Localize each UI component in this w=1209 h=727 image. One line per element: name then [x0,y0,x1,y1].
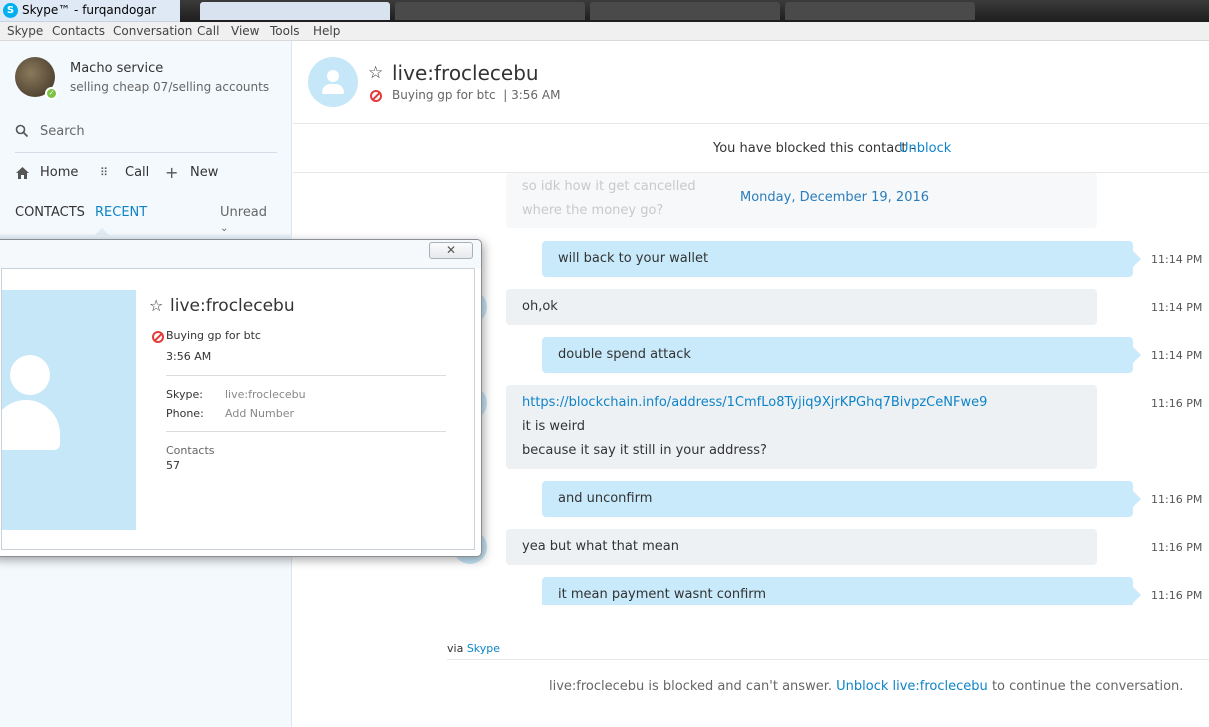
home-label: Home [40,165,79,180]
profile-avatar[interactable]: ✓ [15,57,58,100]
contact-tabs: CONTACTS RECENT Unread ⌄ [15,205,277,234]
unread-filter-dropdown[interactable]: Unread ⌄ [220,205,277,235]
new-label: New [190,165,219,180]
date-separator: Monday, December 19, 2016 [740,190,930,205]
skype-logo-icon: S [3,3,18,18]
divider [447,659,1209,660]
popup-titlebar: ✕ [0,240,481,268]
dialpad-icon: ⠿ [100,166,108,179]
star-icon[interactable]: ☆ [149,296,163,315]
contact-profile-popup: ✕ ☆ live:froclecebu Buying gp for btc 3:… [0,239,482,557]
skype-key: Skype: [166,388,203,401]
message-text: yea but what that mean [522,539,679,554]
chevron-down-icon: ⌄ [220,223,229,234]
tab-contacts[interactable]: CONTACTS [15,205,85,220]
phone-key: Phone: [166,407,204,420]
message-time: 11:14 PM [1151,253,1203,266]
blockchain-link[interactable]: https://blockchain.info/address/1CmfLo8T… [522,395,987,410]
window-title: Skype™ - furqandogar [22,3,157,17]
star-icon[interactable]: ☆ [368,63,383,83]
home-icon [16,167,29,179]
tab-recent[interactable]: RECENT [95,205,147,220]
menu-bar: Skype Contacts Conversation Call View To… [0,22,1209,41]
contact-name[interactable]: live:froclecebu [392,61,539,85]
call-label: Call [125,165,150,180]
menu-help[interactable]: Help [313,24,340,38]
message-time: 11:16 PM [1151,397,1203,410]
nav-row: Home ⠿ Call + New [15,163,277,185]
via-skype: via Skype [447,642,501,655]
blocked-footer: live:froclecebu is blocked and can't ans… [549,679,1184,694]
contact-picture [2,290,136,530]
unblock-link[interactable]: Unblock [899,141,951,156]
contact-avatar[interactable] [308,57,358,107]
plus-icon: + [165,163,179,182]
search-label: Search [40,124,85,139]
background-windows [180,0,1209,22]
menu-contacts[interactable]: Contacts [52,24,105,38]
message-time: 11:14 PM [1151,349,1203,362]
message-bubble[interactable]: double spend attack [542,337,1141,373]
search-box[interactable]: Search [15,123,277,153]
online-status-icon: ✓ [45,87,58,100]
message-text: double spend attack [558,347,691,362]
profile-name[interactable]: Macho service [70,61,163,76]
message-text: will back to your wallet [558,251,709,266]
message-clip: it mean payment wasnt confirm [542,577,1152,605]
tab-indicator [95,228,109,235]
menu-view[interactable]: View [231,24,259,38]
profile-mood[interactable]: selling cheap 07/selling accounts [70,80,269,94]
search-icon [15,124,29,138]
contacts-label: Contacts [166,444,215,457]
message-bubble[interactable]: it mean payment wasnt confirm [542,577,1141,605]
message-text: and unconfirm [558,491,653,506]
blocked-icon [152,331,164,343]
skype-link[interactable]: Skype [467,642,500,655]
menu-call[interactable]: Call [197,24,219,38]
close-icon: ✕ [445,243,457,257]
skype-value: live:froclecebu [225,388,306,401]
message-time: 11:14 PM [1151,301,1203,314]
title-bar: S Skype™ - furqandogar [0,0,1209,22]
message-time: 11:16 PM [1151,541,1203,554]
message-time: 11:16 PM [1151,493,1203,506]
blocked-banner: You have blocked this contact - Unblock [293,123,1209,173]
message-bubble[interactable]: oh,ok [506,289,1097,325]
contact-mood: Buying gp for btc | 3:56 AM [392,88,561,102]
ghost-message-line: so idk how it get cancelled [522,179,696,194]
unread-label: Unread [220,205,268,220]
menu-tools[interactable]: Tools [270,24,300,38]
message-bubble[interactable]: yea but what that mean [506,529,1097,565]
blocked-icon [370,90,382,102]
message-time: 11:16 PM [1151,589,1203,602]
blocked-message: You have blocked this contact - [713,141,916,156]
message-bubble[interactable]: will back to your wallet [542,241,1141,277]
unblock-contact-link[interactable]: Unblock live:froclecebu [836,679,988,694]
message-text: oh,ok [522,299,558,314]
divider [166,431,446,432]
close-button[interactable]: ✕ [429,242,473,259]
contacts-count: 57 [166,459,180,472]
popup-local-time: 3:56 AM [166,350,212,363]
divider [166,375,446,376]
popup-contact-name: live:froclecebu [170,296,295,316]
message-bubble[interactable]: https://blockchain.info/address/1CmfLo8T… [506,385,1097,469]
add-number-link[interactable]: Add Number [225,407,294,420]
ghost-message-line: where the money go? [522,203,664,218]
menu-conversation[interactable]: Conversation [113,24,192,38]
message-text: it is weird [522,419,585,434]
popup-content: ☆ live:froclecebu Buying gp for btc 3:56… [1,268,475,550]
message-text: because it say it still in your address? [522,443,767,458]
message-text: it mean payment wasnt confirm [558,587,767,602]
menu-skype[interactable]: Skype [7,24,43,38]
popup-mood: Buying gp for btc [166,329,261,342]
message-bubble[interactable]: and unconfirm [542,481,1141,517]
